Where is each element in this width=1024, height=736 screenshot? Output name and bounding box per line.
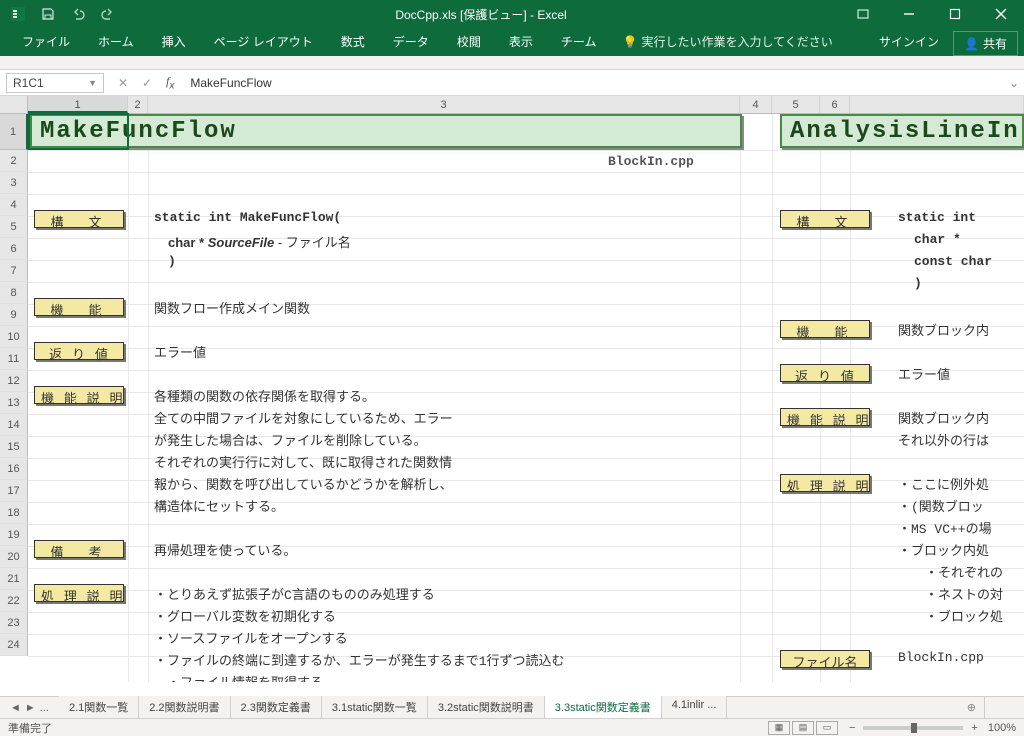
tab-view[interactable]: 表示 [495,27,547,56]
sheet-tab[interactable]: 2.1関数一覧 [59,696,139,720]
tab-formulas[interactable]: 数式 [327,27,379,56]
col-header[interactable]: 1 [28,96,128,113]
section-kaerichi-2: 返 り 値 [780,364,870,382]
row-header[interactable]: 15 [0,436,28,458]
section-kobun-2: 構 文 [780,210,870,228]
section-bikou: 備 考 [34,540,124,558]
row-header[interactable]: 20 [0,546,28,568]
row-header[interactable]: 5 [0,216,28,238]
tab-team[interactable]: チーム [547,27,611,56]
name-box[interactable]: R1C1 ▼ [6,73,104,93]
source-file-label: BlockIn.cpp [608,154,694,169]
section-kinousetumei-2: 機 能 説 明 [780,408,870,426]
tab-review[interactable]: 校閲 [443,27,495,56]
row-header[interactable]: 18 [0,502,28,524]
ribbon-tabs: ファイル ホーム 挿入 ページ レイアウト 数式 データ 校閲 表示 チーム 💡… [0,28,1024,56]
row-header[interactable]: 24 [0,634,28,656]
select-all-corner[interactable] [0,96,28,113]
lightbulb-icon: 💡 [622,35,637,49]
col-header[interactable]: 2 [128,96,148,113]
row-header[interactable]: 3 [0,172,28,194]
spreadsheet-grid[interactable]: MakeFuncFlow BlockIn.cpp 構 文 static int … [28,114,1024,682]
tab-nav-first-icon[interactable]: ◄ [10,702,21,714]
view-pagelayout-icon[interactable]: ▤ [792,721,814,735]
tab-overflow[interactable]: ... [40,702,49,714]
row-header[interactable]: 22 [0,590,28,612]
minimize-icon[interactable] [886,0,932,28]
tab-data[interactable]: データ [379,27,443,56]
view-normal-icon[interactable]: ▦ [768,721,790,735]
tab-file[interactable]: ファイル [8,27,84,56]
section-kinou-2: 機 能 [780,320,870,338]
col-header[interactable]: 6 [820,96,850,113]
zoom-in-icon[interactable]: + [971,722,977,734]
col-header[interactable]: 4 [740,96,772,113]
row-header[interactable]: 13 [0,392,28,414]
row-header[interactable]: 9 [0,304,28,326]
section-kinousetumei: 機 能 説 明 [34,386,124,404]
close-icon[interactable] [978,0,1024,28]
row-header[interactable]: 8 [0,282,28,304]
row-header[interactable]: 1 [0,114,28,150]
zoom-level[interactable]: 100% [988,722,1016,734]
row-header[interactable]: 6 [0,238,28,260]
section-shorisetumei-2: 処 理 説 明 [780,474,870,492]
function-title-cell-2[interactable]: AnalysisLineIn [780,114,1024,148]
sheet-tab[interactable]: 2.2関数説明書 [139,696,230,720]
row-header[interactable]: 2 [0,150,28,172]
enter-formula-icon[interactable]: ✓ [138,76,156,90]
row-header[interactable]: 12 [0,370,28,392]
share-icon: 👤 [964,37,979,51]
section-shorisetumei: 処 理 説 明 [34,584,124,602]
tab-nav-prev-icon[interactable]: ► [25,702,36,714]
tab-insert[interactable]: 挿入 [148,27,200,56]
signin-link[interactable]: サインイン [865,27,953,56]
sheet-tab[interactable]: 3.3static関数定義書 [545,696,662,720]
tell-me[interactable]: 💡 実行したい作業を入力してください [610,27,844,56]
row-header[interactable]: 7 [0,260,28,282]
maximize-icon[interactable] [932,0,978,28]
section-kinou: 機 能 [34,298,124,316]
section-kaerichi: 返 り 値 [34,342,124,360]
tab-pagelayout[interactable]: ページ レイアウト [200,27,327,56]
zoom-slider[interactable] [863,726,963,730]
row-header[interactable]: 14 [0,414,28,436]
share-button[interactable]: 👤共有 [953,31,1018,56]
add-sheet-icon[interactable]: ⊕ [959,698,984,717]
col-header[interactable]: 5 [772,96,820,113]
row-header[interactable]: 19 [0,524,28,546]
sheet-tab[interactable]: 3.1static関数一覧 [322,696,428,720]
view-pagebreak-icon[interactable]: ▭ [816,721,838,735]
sheet-tab[interactable]: 3.2static関数説明書 [428,696,545,720]
excel-app-icon [4,2,32,26]
sheet-tab[interactable]: 2.3関数定義書 [231,696,322,720]
zoom-out-icon[interactable]: − [849,722,855,734]
row-header[interactable]: 16 [0,458,28,480]
section-kobun: 構 文 [34,210,124,228]
col-header[interactable] [850,96,1024,113]
function-title-cell[interactable]: MakeFuncFlow [30,114,742,148]
row-header[interactable]: 23 [0,612,28,634]
col-header[interactable]: 3 [148,96,740,113]
redo-icon[interactable] [94,2,122,26]
status-text: 準備完了 [8,720,52,736]
sheet-tab-list: 2.1関数一覧 2.2関数説明書 2.3関数定義書 3.1static関数一覧 … [59,696,959,720]
row-header[interactable]: 17 [0,480,28,502]
row-header[interactable]: 10 [0,326,28,348]
window-title: DocCpp.xls [保護ビュー] - Excel [122,6,840,23]
undo-icon[interactable] [64,2,92,26]
formula-bar[interactable]: MakeFuncFlow [184,74,1004,92]
row-header[interactable]: 21 [0,568,28,590]
ribbon-display-icon[interactable] [840,0,886,28]
formula-expand-icon[interactable]: ⌄ [1004,76,1024,90]
tab-home[interactable]: ホーム [84,27,148,56]
section-filename-2: ファイル名 [780,650,870,668]
cancel-formula-icon[interactable]: ✕ [114,76,132,90]
save-icon[interactable] [34,2,62,26]
chevron-down-icon[interactable]: ▼ [88,78,97,88]
sheet-tab[interactable]: 4.1inlir ... [662,696,728,720]
row-header[interactable]: 4 [0,194,28,216]
row-header[interactable]: 11 [0,348,28,370]
fx-icon[interactable]: fx [166,74,184,91]
